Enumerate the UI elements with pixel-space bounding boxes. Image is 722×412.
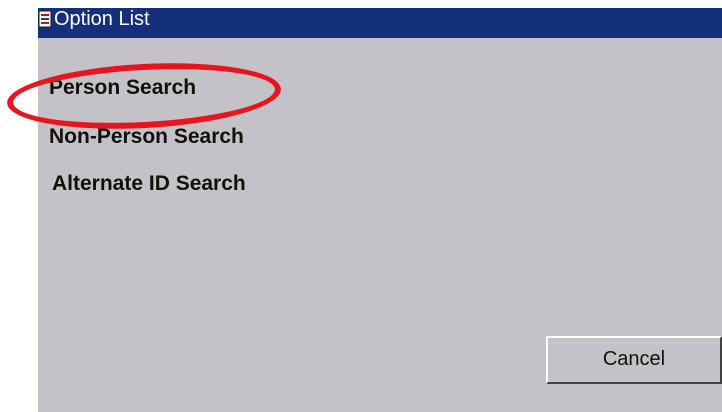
cancel-button[interactable]: Cancel: [546, 336, 722, 384]
option-non-person-search[interactable]: Non-Person Search: [49, 125, 244, 149]
window-title: Option List: [54, 8, 150, 30]
option-list-window: Option List Person Search Non-Person Sea…: [5, 8, 722, 412]
option-alternate-id-search[interactable]: Alternate ID Search: [52, 172, 246, 196]
option-person-search[interactable]: Person Search: [49, 76, 196, 100]
title-bar: Option List: [38, 8, 722, 38]
application-icon: [38, 10, 52, 28]
